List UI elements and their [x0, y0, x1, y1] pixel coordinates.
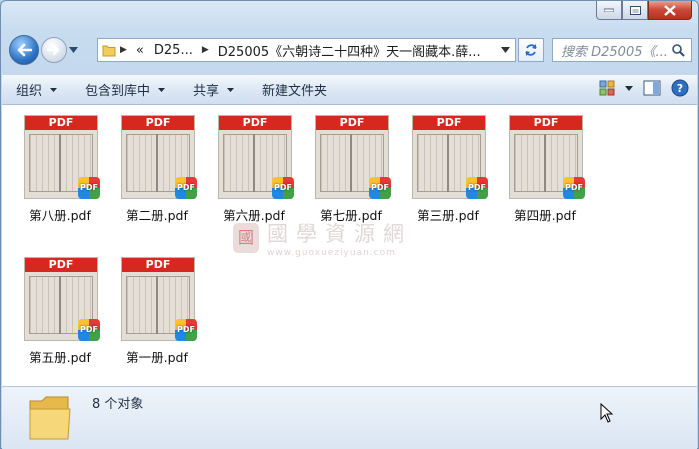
pdf-app-icon: PDF — [563, 177, 585, 199]
minimize-icon — [604, 8, 614, 12]
file-name[interactable]: 第三册.pdf — [402, 205, 494, 224]
pdf-app-icon: PDF — [175, 319, 197, 341]
organize-label: 组织 — [16, 84, 43, 99]
pdf-app-icon: PDF — [175, 177, 197, 199]
back-button[interactable] — [9, 35, 39, 65]
pdf-thumbnail-label: PDF — [122, 258, 194, 272]
forward-button[interactable] — [41, 37, 67, 63]
file-name[interactable]: 第四册.pdf — [499, 205, 591, 224]
caption-buttons — [596, 1, 692, 20]
pdf-app-icon: PDF — [466, 177, 488, 199]
file-name[interactable]: 第八册.pdf — [14, 205, 106, 224]
watermark: 國 國學資源網 www.guoxueziyuan.com — [233, 218, 412, 258]
item-count: 8 个对象 — [92, 397, 144, 412]
address-bar[interactable]: ▶ « D25... ▶ D25005《六朝诗二十四种》天一阁藏本.薛... — [97, 38, 516, 62]
mouse-pointer-icon — [600, 403, 614, 423]
pdf-thumbnail-label: PDF — [25, 258, 97, 272]
organize-menu[interactable]: 组织 — [2, 75, 71, 104]
share-menu[interactable]: 共享 — [179, 75, 248, 104]
file-name[interactable]: 第五册.pdf — [14, 347, 106, 366]
watermark-url: www.guoxueziyuan.com — [267, 248, 396, 258]
folder-icon — [29, 396, 71, 440]
breadcrumb-overflow[interactable]: « — [136, 43, 144, 58]
pdf-thumbnail-label: PDF — [25, 116, 97, 130]
include-in-library-label: 包含到库中 — [85, 84, 151, 99]
share-label: 共享 — [193, 84, 220, 99]
search-input[interactable]: 搜索 D25005《... — [552, 38, 692, 62]
watermark-seal: 國 — [233, 223, 259, 253]
watermark-text: 國學資源網 — [267, 222, 412, 246]
help-icon[interactable]: ? — [671, 79, 689, 97]
arrow-right-icon — [47, 44, 60, 56]
new-folder-button[interactable]: 新建文件夹 — [248, 75, 341, 104]
change-view-icon[interactable] — [599, 80, 615, 96]
preview-pane-icon[interactable] — [643, 80, 661, 96]
chevron-icon: ▶ — [120, 45, 127, 55]
view-controls: ? — [599, 79, 689, 97]
refresh-button[interactable] — [518, 38, 544, 62]
chevron-down-icon[interactable] — [501, 47, 510, 53]
close-icon — [664, 4, 676, 16]
search-placeholder: 搜索 D25005《... — [561, 44, 668, 60]
details-pane: 8 个对象 — [2, 386, 697, 449]
navigation-buttons — [9, 35, 78, 65]
close-button[interactable] — [648, 1, 692, 20]
history-dropdown-icon[interactable] — [69, 47, 78, 53]
chevron-icon[interactable]: ▶ — [202, 45, 209, 55]
pdf-app-icon: PDF — [272, 177, 294, 199]
arrow-left-icon — [17, 43, 32, 57]
pdf-app-icon: PDF — [78, 177, 100, 199]
search-icon — [672, 44, 685, 57]
command-bar: 组织 包含到库中 共享 新建文件夹 ? — [2, 74, 697, 105]
new-folder-label: 新建文件夹 — [262, 84, 328, 99]
maximize-button[interactable] — [622, 1, 648, 20]
breadcrumb-current[interactable]: D25005《六朝诗二十四种》天一阁藏本.薛... — [218, 41, 481, 60]
chevron-down-icon — [50, 87, 58, 92]
maximize-icon — [629, 5, 641, 15]
explorer-window: ▶ « D25... ▶ D25005《六朝诗二十四种》天一阁藏本.薛... 搜… — [0, 0, 699, 449]
pdf-thumbnail-label: PDF — [413, 116, 485, 130]
pdf-app-icon: PDF — [369, 177, 391, 199]
chevron-down-icon — [158, 87, 166, 92]
pdf-thumbnail-label: PDF — [316, 116, 388, 130]
pdf-thumbnail-label: PDF — [122, 116, 194, 130]
folder-icon — [102, 45, 116, 57]
chevron-down-icon[interactable] — [625, 85, 633, 91]
file-name[interactable]: 第一册.pdf — [111, 347, 203, 366]
minimize-button[interactable] — [596, 1, 622, 20]
include-in-library-menu[interactable]: 包含到库中 — [71, 75, 179, 104]
breadcrumb-parent[interactable]: D25... — [154, 43, 193, 58]
pdf-thumbnail-label: PDF — [510, 116, 582, 130]
refresh-icon — [525, 44, 537, 56]
chevron-down-icon — [227, 87, 235, 92]
file-name[interactable]: 第二册.pdf — [111, 205, 203, 224]
svg-text:?: ? — [677, 82, 683, 95]
pdf-thumbnail-label: PDF — [219, 116, 291, 130]
pdf-app-icon: PDF — [78, 319, 100, 341]
